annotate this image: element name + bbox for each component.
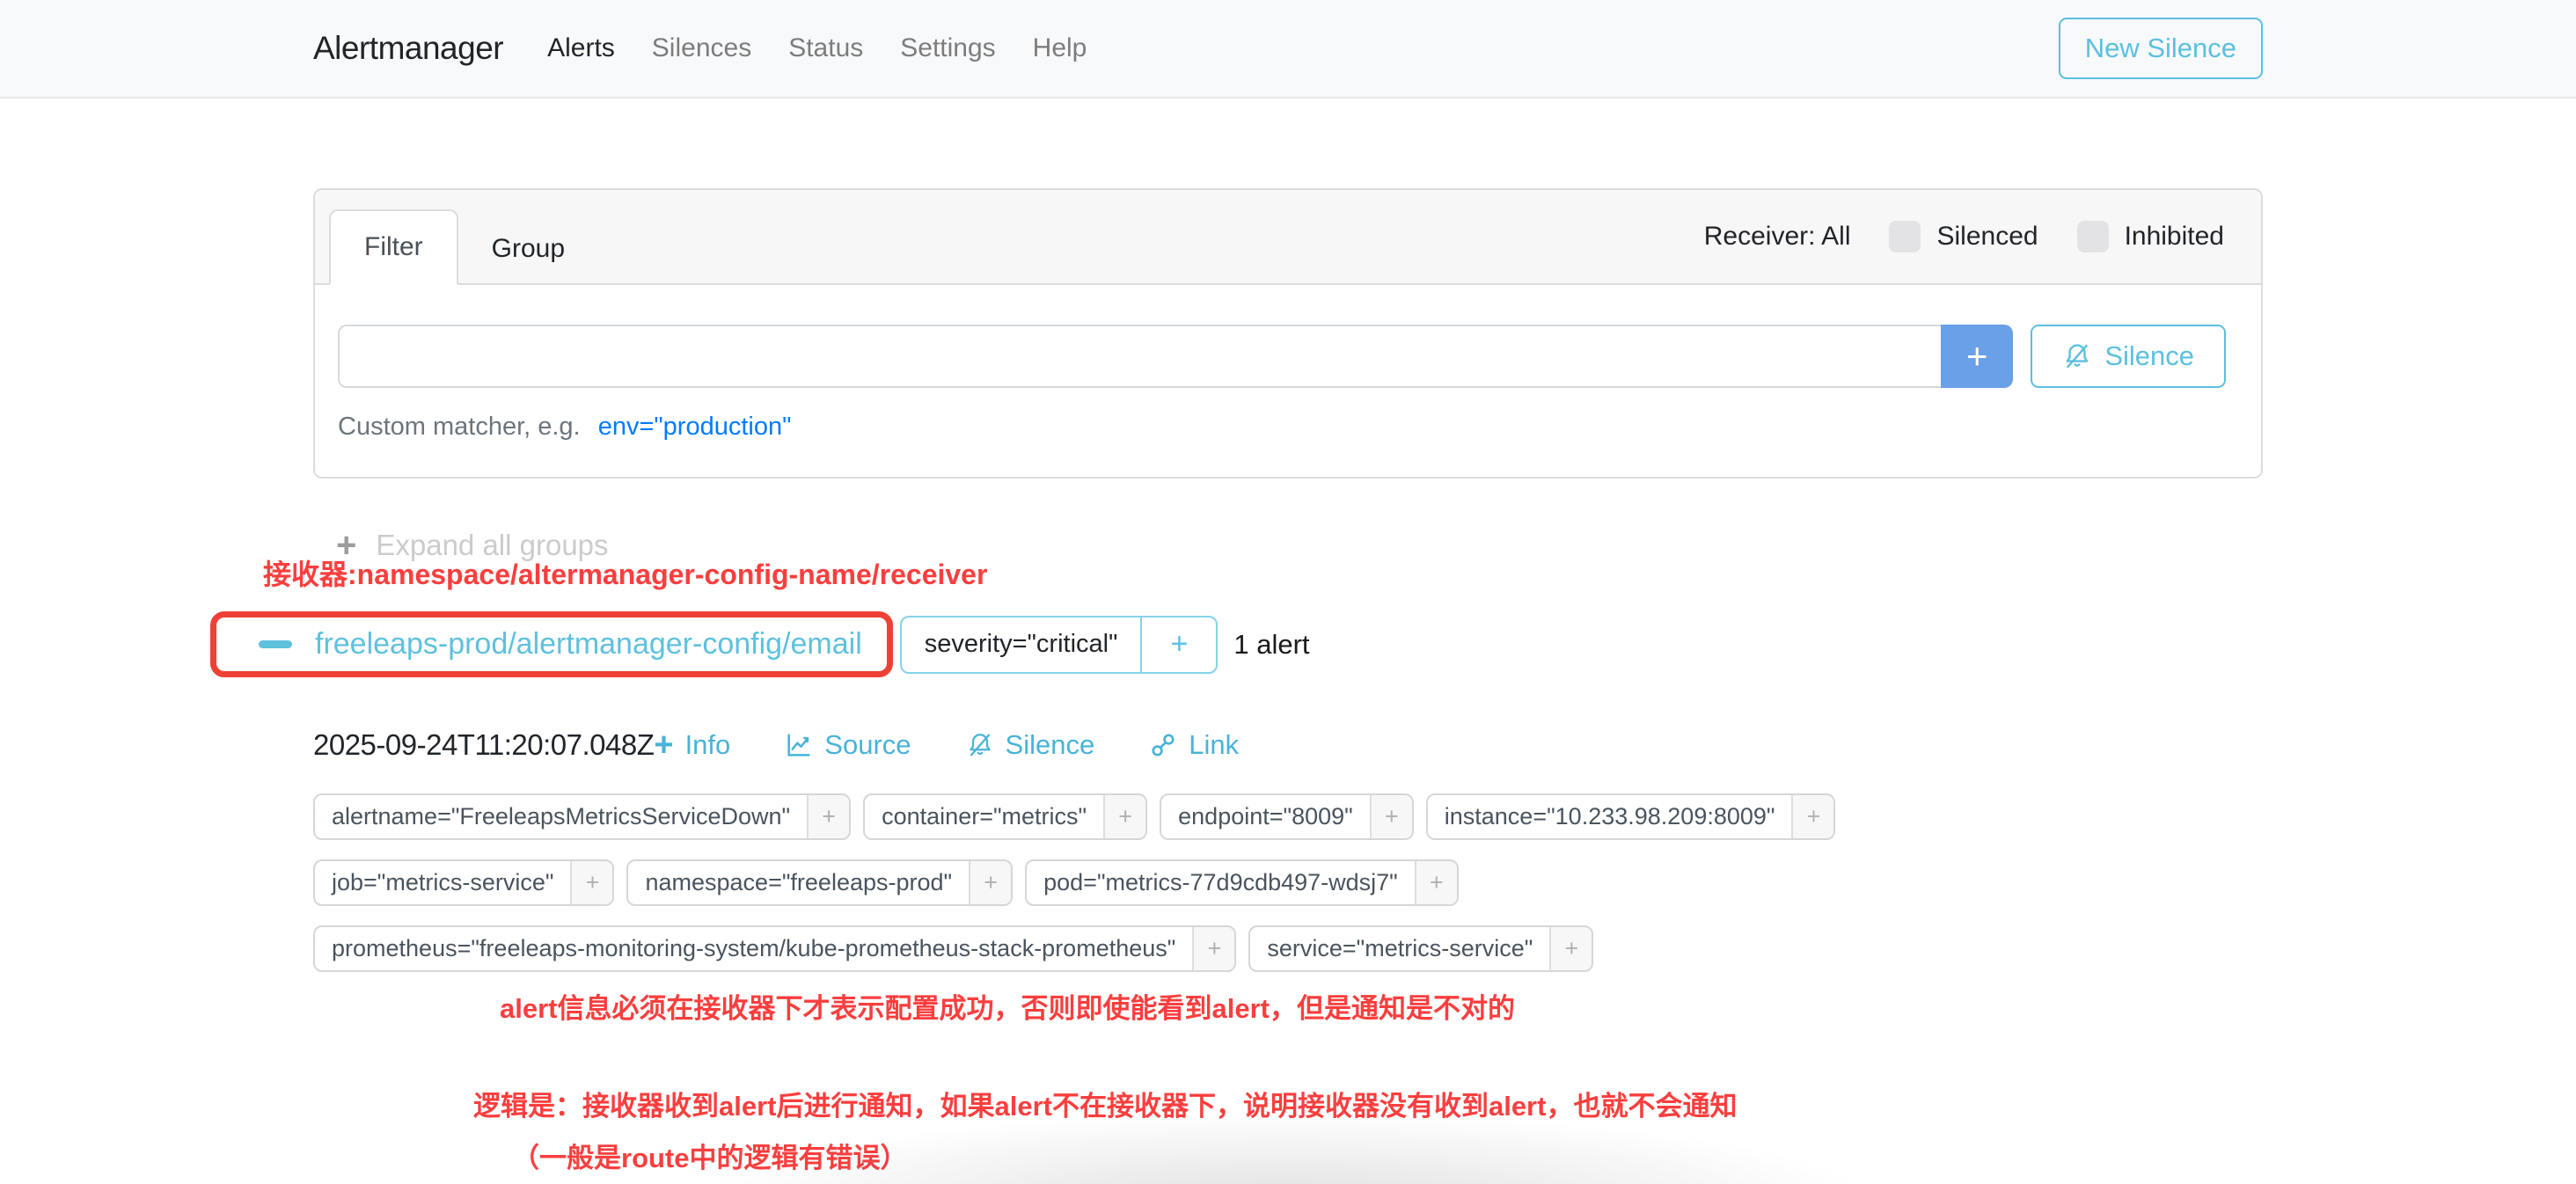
label-text: container="metrics" — [865, 795, 1103, 838]
label-add-button[interactable]: + — [969, 861, 1011, 904]
chart-icon — [785, 731, 813, 759]
app-brand[interactable]: Alertmanager — [313, 30, 503, 67]
alertmanager-page: Alertmanager Alerts Silences Status Sett… — [0, 0, 2576, 1184]
label-text: prometheus="freeleaps-monitoring-system/… — [315, 927, 1192, 970]
filter-panel: Filter Group Receiver: All Silenced Inhi… — [313, 188, 2263, 479]
alert-labels: alertname="FreeleapsMetricsServiceDown" … — [313, 793, 1967, 972]
nav-item-status[interactable]: Status — [788, 33, 863, 63]
main-nav: Alerts Silences Status Settings Help — [547, 33, 1087, 63]
alert-info-link[interactable]: + Info — [654, 728, 730, 762]
label-add-button[interactable]: + — [1415, 861, 1457, 904]
label-add-button[interactable]: + — [1192, 927, 1234, 970]
matcher-input[interactable] — [338, 325, 1941, 388]
receiver-group-row: freeleaps-prod/alertmanager-config/email… — [210, 611, 2263, 677]
filter-panel-header: Filter Group Receiver: All Silenced Inhi… — [315, 190, 2261, 285]
plus-icon: + — [654, 728, 673, 762]
info-label: Info — [685, 729, 731, 761]
silenced-checkbox[interactable] — [1889, 221, 1921, 252]
inhibited-checkbox[interactable] — [2077, 221, 2109, 252]
bell-slash-icon — [966, 731, 994, 759]
alert-timestamp: 2025-09-24T11:20:07.048Z — [313, 728, 654, 762]
group-matcher-chip: severity="critical" + — [900, 616, 1218, 674]
label-chip: instance="10.233.98.209:8009" + — [1426, 793, 1836, 840]
annotation-logic-note: 逻辑是：接收器收到alert后进行通知，如果alert不在接收器下，说明接收器没… — [473, 1084, 2263, 1123]
alert-silence-link[interactable]: Silence — [966, 729, 1095, 761]
label-add-button[interactable]: + — [1791, 795, 1833, 838]
silence-filter-button[interactable]: Silence — [2031, 325, 2226, 388]
nav-item-alerts[interactable]: Alerts — [547, 33, 615, 63]
label-add-button[interactable]: + — [1370, 795, 1412, 838]
label-add-button[interactable]: + — [1549, 927, 1592, 970]
label-chip: alertname="FreeleapsMetricsServiceDown" … — [313, 793, 851, 840]
hint-example-link[interactable]: env="production" — [598, 413, 792, 441]
label-chip: namespace="freeleaps-prod" + — [626, 859, 1013, 906]
link-label: Link — [1189, 729, 1239, 761]
label-chip: pod="metrics-77d9cdb497-wdsj7" + — [1025, 859, 1459, 906]
label-chip: service="metrics-service" + — [1248, 925, 1593, 972]
silence-label: Silence — [1006, 729, 1095, 761]
nav-item-settings[interactable]: Settings — [900, 33, 995, 63]
label-text: instance="10.233.98.209:8009" — [1428, 795, 1792, 838]
label-text: namespace="freeleaps-prod" — [628, 861, 969, 904]
label-add-button[interactable]: + — [1103, 795, 1145, 838]
label-chip: job="metrics-service" + — [313, 859, 614, 906]
alert-generator-link[interactable]: Link — [1149, 729, 1239, 761]
label-add-button[interactable]: + — [807, 795, 849, 838]
receiver-group-link[interactable]: freeleaps-prod/alertmanager-config/email — [315, 627, 862, 661]
label-text: endpoint="8009" — [1161, 795, 1370, 838]
silence-filter-label: Silence — [2104, 340, 2194, 372]
nav-item-help[interactable]: Help — [1033, 33, 1087, 63]
minus-icon — [259, 640, 292, 648]
nav-item-silences[interactable]: Silences — [652, 33, 751, 63]
annotation-receiver-note: 接收器:namespace/altermanager-config-name/r… — [263, 552, 2263, 593]
bell-slash-icon — [2062, 341, 2092, 371]
tab-group[interactable]: Group — [458, 213, 598, 285]
alert-source-link[interactable]: Source — [785, 729, 911, 761]
filter-tabs: Filter Group — [329, 190, 598, 285]
label-chip: container="metrics" + — [863, 793, 1147, 840]
new-silence-button[interactable]: New Silence — [2059, 18, 2263, 79]
top-navbar: Alertmanager Alerts Silences Status Sett… — [0, 0, 2576, 99]
inhibited-filter[interactable]: Inhibited — [2077, 221, 2224, 252]
silenced-filter[interactable]: Silenced — [1889, 221, 2038, 252]
alert-header-row: 2025-09-24T11:20:07.048Z + Info Source — [313, 728, 2263, 762]
group-matcher-add-button[interactable]: + — [1140, 618, 1216, 672]
source-label: Source — [824, 729, 911, 761]
inhibited-label: Inhibited — [2125, 222, 2224, 252]
label-text: service="metrics-service" — [1250, 927, 1549, 970]
label-text: job="metrics-service" — [315, 861, 570, 904]
annotation-alert-info: alert信息必须在接收器下才表示配置成功，否则即使能看到alert，但是通知是… — [500, 986, 2263, 1026]
receiver-dropdown[interactable]: Receiver: All — [1704, 222, 1851, 252]
annotation-route-note: （一般是route中的逻辑有错误） — [512, 1136, 2263, 1175]
group-matcher-text: severity="critical" — [902, 618, 1141, 672]
label-add-button[interactable]: + — [570, 861, 612, 904]
alert-count: 1 alert — [1233, 629, 1309, 661]
label-chip: endpoint="8009" + — [1160, 793, 1414, 840]
tab-filter[interactable]: Filter — [329, 209, 458, 285]
main-content: Filter Group Receiver: All Silenced Inhi… — [313, 188, 2263, 1175]
hint-text: Custom matcher, e.g. — [338, 413, 581, 441]
annotation-highlight-box: freeleaps-prod/alertmanager-config/email — [210, 611, 893, 677]
label-text: pod="metrics-77d9cdb497-wdsj7" — [1027, 861, 1415, 904]
label-text: alertname="FreeleapsMetricsServiceDown" — [315, 795, 807, 838]
label-chip: prometheus="freeleaps-monitoring-system/… — [313, 925, 1236, 972]
filter-panel-body: + Silence Custom matcher, e.g. — [315, 285, 2261, 477]
matcher-hint: Custom matcher, e.g. env="production" — [338, 413, 2226, 442]
add-matcher-button[interactable]: + — [1941, 325, 2013, 388]
silenced-label: Silenced — [1936, 222, 2038, 252]
link-icon — [1149, 731, 1177, 759]
groups-section: + Expand all groups 接收器:namespace/alterm… — [313, 528, 2263, 1175]
